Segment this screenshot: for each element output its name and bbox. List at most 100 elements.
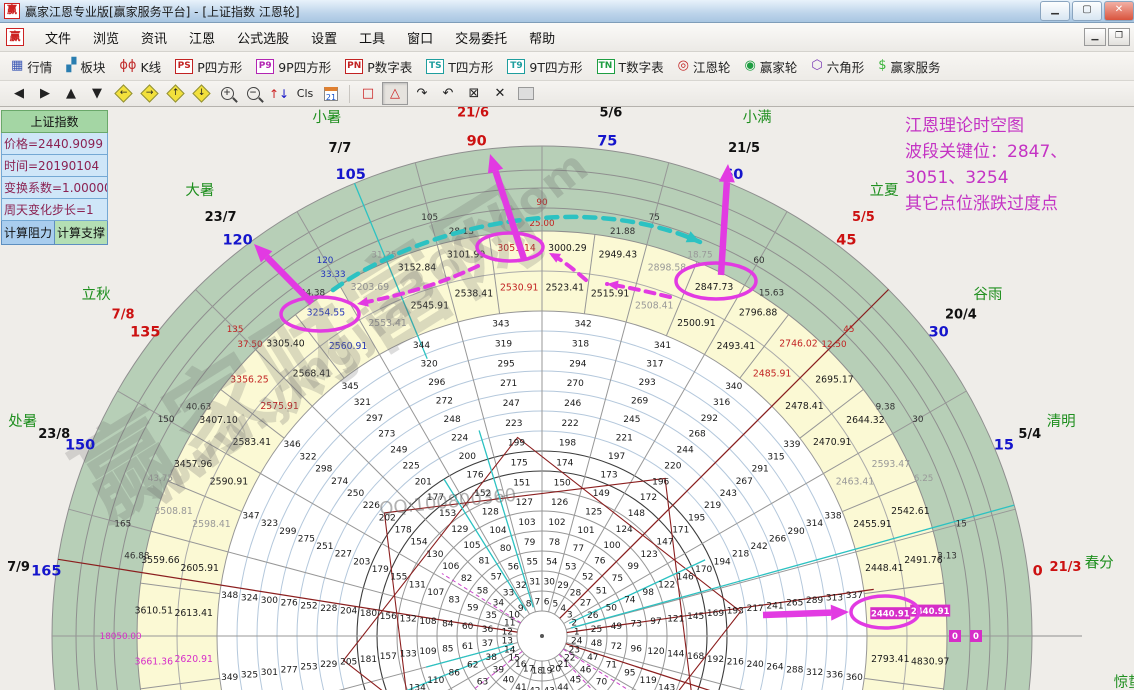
svg-text:216: 216 [727, 658, 744, 668]
svg-text:289: 289 [806, 596, 823, 606]
svg-text:38: 38 [485, 653, 497, 663]
toolbar-button-hexagon[interactable]: ⬡六角形 [804, 54, 871, 78]
pan-right-button[interactable]: ▶ [33, 83, 57, 104]
fit-button[interactable]: ✕ [488, 83, 512, 104]
menu-item-工具[interactable]: 工具 [348, 23, 396, 51]
menu-item-江恩[interactable]: 江恩 [178, 23, 226, 51]
menu-item-交易委托[interactable]: 交易委托 [444, 23, 518, 51]
step-down-button[interactable]: ↓ [189, 83, 213, 104]
calc-resistance-button[interactable]: 计算阻力 [1, 221, 55, 245]
svg-text:76: 76 [594, 557, 606, 567]
svg-text:341: 341 [654, 341, 671, 351]
svg-text:2746.02: 2746.02 [779, 339, 817, 350]
mdi-restore-button[interactable]: ❐ [1108, 28, 1130, 46]
menu-item-资讯[interactable]: 资讯 [130, 23, 178, 51]
svg-text:193: 193 [727, 607, 744, 617]
svg-text:277: 277 [281, 665, 298, 675]
close-button[interactable]: ✕ [1104, 1, 1134, 21]
drawing-toolbar: ◀▶▲▼←→↑↓+−↑↓Cls21□△↷↶⊠✕ [0, 81, 1134, 107]
cls-button[interactable]: Cls [293, 83, 317, 104]
toolbar-button-p-square[interactable]: PSP四方形 [168, 54, 249, 78]
step-left-button[interactable]: ← [111, 83, 135, 104]
svg-text:2644.32: 2644.32 [846, 415, 884, 426]
svg-text:52: 52 [582, 573, 593, 583]
menu-item-帮助[interactable]: 帮助 [518, 23, 566, 51]
rect-tool-button[interactable]: □ [356, 83, 380, 104]
calc-support-button[interactable]: 计算支撑 [55, 221, 108, 245]
calendar-button[interactable]: 21 [319, 83, 343, 104]
svg-text:72: 72 [611, 642, 622, 652]
toolbar-button-9p-square[interactable]: P99P四方形 [249, 54, 338, 78]
svg-text:82: 82 [461, 574, 472, 584]
svg-text:2695.17: 2695.17 [815, 375, 854, 386]
screen-button[interactable] [514, 83, 538, 104]
calc-panel: 上证指数 价格=2440.9099时间=20190104变换系数=1.00000… [1, 110, 108, 245]
menu-item-浏览[interactable]: 浏览 [82, 23, 130, 51]
toolbar-button-9t-square[interactable]: T99T四方形 [500, 54, 589, 78]
minimize-button[interactable]: ▁ [1040, 1, 1070, 21]
svg-text:125: 125 [585, 507, 602, 517]
svg-text:227: 227 [335, 550, 352, 560]
maximize-button[interactable]: ▢ [1072, 1, 1102, 21]
svg-text:2455.91: 2455.91 [853, 519, 892, 530]
svg-text:104: 104 [489, 526, 506, 536]
rotate-cw-button[interactable]: ↷ [410, 83, 434, 104]
toolbar-button-kline[interactable]: ϕϕK线 [112, 54, 168, 78]
mdi-minimize-button[interactable]: ▁ [1084, 28, 1106, 46]
svg-text:2523.41: 2523.41 [546, 283, 585, 294]
svg-text:48: 48 [591, 639, 603, 649]
pan-down-button[interactable]: ▼ [85, 83, 109, 104]
svg-text:173: 173 [600, 470, 617, 480]
svg-text:179: 179 [372, 565, 389, 575]
svg-text:73: 73 [630, 620, 641, 630]
menu-item-公式选股[interactable]: 公式选股 [226, 23, 300, 51]
toolbar-button-sectors[interactable]: ▞板块 [59, 54, 112, 78]
triangle-tool-button[interactable]: △ [382, 82, 408, 105]
svg-text:223: 223 [505, 419, 522, 429]
t9-badge-icon: T9 [507, 59, 525, 74]
toolbar-button-t-square[interactable]: TST四方形 [419, 54, 500, 78]
svg-text:245: 245 [623, 415, 640, 425]
svg-text:71: 71 [606, 661, 617, 671]
step-up-button[interactable]: ↑ [163, 83, 187, 104]
svg-text:28: 28 [570, 588, 582, 598]
svg-text:60: 60 [753, 256, 765, 266]
pan-up-button[interactable]: ▲ [59, 83, 83, 104]
menu-item-窗口[interactable]: 窗口 [396, 23, 444, 51]
svg-text:131: 131 [409, 580, 426, 590]
toolbar-button-winner-service[interactable]: $赢家服务 [871, 54, 947, 78]
toolbar-button-p-number-table[interactable]: PNP数字表 [338, 54, 419, 78]
svg-text:130: 130 [426, 550, 443, 560]
svg-text:54: 54 [546, 558, 558, 568]
svg-text:251: 251 [316, 542, 333, 552]
svg-text:32: 32 [515, 581, 526, 591]
toolbar-button-t-number-table[interactable]: TNT数字表 [590, 54, 671, 78]
zoom-in-button[interactable]: + [215, 83, 239, 104]
rotate-ccw-button[interactable]: ↶ [436, 83, 460, 104]
zoom-out-button[interactable]: − [241, 83, 265, 104]
svg-text:157: 157 [380, 652, 397, 662]
svg-text:23/7: 23/7 [205, 210, 237, 225]
pan-left-button[interactable]: ◀ [7, 83, 31, 104]
toolbar-button-gann-wheel[interactable]: ◎江恩轮 [671, 54, 738, 78]
p9-badge-icon: P9 [256, 59, 274, 74]
svg-text:319: 319 [495, 340, 512, 350]
svg-text:293: 293 [639, 378, 656, 388]
svg-text:24: 24 [571, 637, 583, 647]
step-right-button[interactable]: → [137, 83, 161, 104]
svg-text:194: 194 [714, 557, 731, 567]
menu-item-设置[interactable]: 设置 [300, 23, 348, 51]
svg-text:313: 313 [826, 594, 843, 604]
svg-text:264: 264 [766, 663, 783, 673]
toolbar-button-winner-wheel[interactable]: ◉赢家轮 [738, 54, 805, 78]
svg-text:148: 148 [628, 509, 645, 519]
delete-box-button[interactable]: ⊠ [462, 83, 486, 104]
svg-text:336: 336 [826, 671, 843, 681]
updown-button[interactable]: ↑↓ [267, 83, 291, 104]
svg-text:343: 343 [492, 320, 509, 330]
tn-badge-icon: TN [597, 59, 615, 74]
svg-text:300: 300 [261, 596, 278, 606]
menu-item-文件[interactable]: 文件 [34, 23, 82, 51]
svg-text:120: 120 [647, 647, 664, 657]
toolbar-button-quotes[interactable]: ▦行情 [4, 54, 59, 78]
